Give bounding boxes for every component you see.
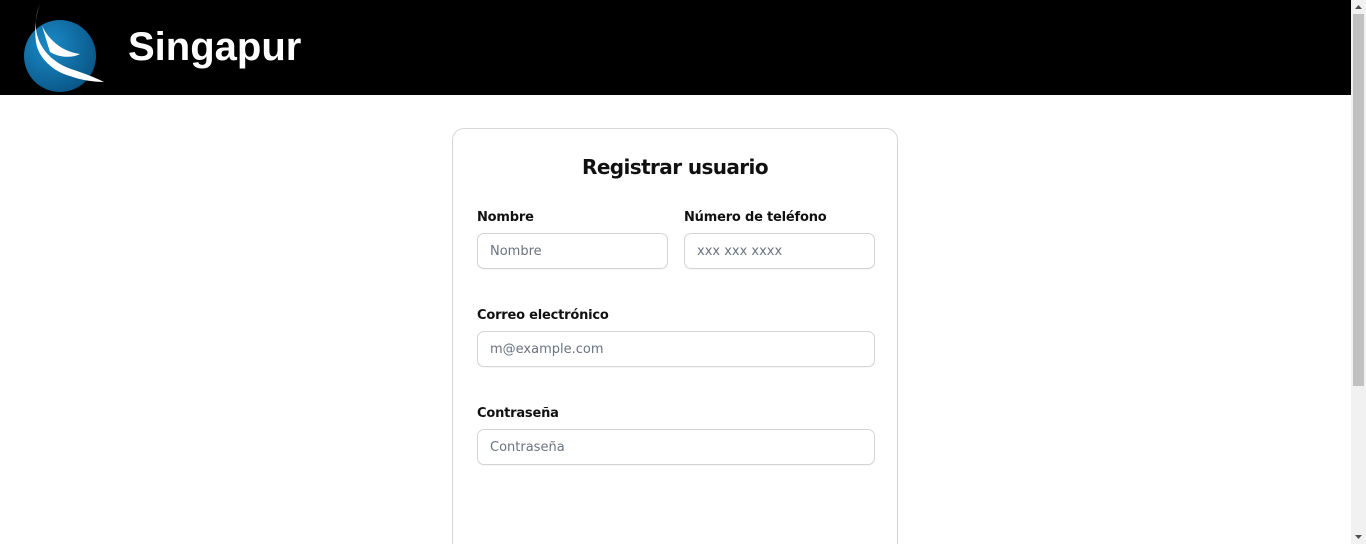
phone-input[interactable] — [684, 233, 875, 269]
bird-circle-logo — [24, 4, 104, 92]
triangle-up-icon[interactable] — [1351, 0, 1366, 14]
page: Singapur Registrar usuario Nombre Número… — [0, 0, 1351, 544]
password-input[interactable] — [477, 429, 875, 465]
vertical-scrollbar[interactable] — [1351, 0, 1366, 544]
header-bar: Singapur — [0, 0, 1351, 95]
form-title: Registrar usuario — [582, 155, 769, 179]
name-label: Nombre — [477, 210, 534, 225]
name-input[interactable] — [477, 233, 668, 269]
register-card: Registrar usuario Nombre Número de teléf… — [452, 128, 898, 544]
scroll-thumb[interactable] — [1353, 14, 1364, 386]
email-input[interactable] — [477, 331, 875, 367]
triangle-down-icon[interactable] — [1351, 530, 1366, 544]
password-label: Contraseña — [477, 406, 559, 421]
app-title: Singapur — [128, 25, 302, 69]
phone-label: Número de teléfono — [684, 210, 827, 225]
email-label: Correo electrónico — [477, 308, 609, 323]
